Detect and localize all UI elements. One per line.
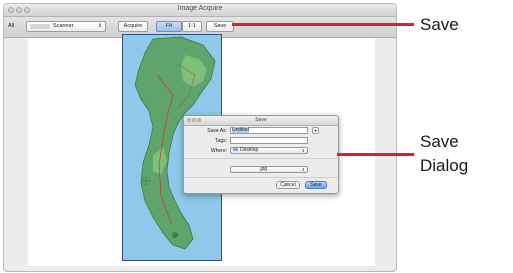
dialog-divider — [184, 158, 338, 159]
chevron-updown-icon: ⇕ — [301, 148, 305, 153]
chevron-updown-icon: ⇕ — [301, 167, 305, 172]
chevron-down-icon[interactable]: ▾ — [312, 127, 319, 134]
tags-label: Tags: — [215, 138, 227, 144]
save-dialog: Save Save As: Untitled ▾ Tags: Where: De… — [183, 115, 339, 194]
dialog-divider-bottom — [184, 177, 338, 178]
acquire-button[interactable]: Acquire — [118, 21, 148, 32]
where-value: Desktop — [240, 147, 259, 153]
folder-icon — [233, 148, 238, 152]
fit-button[interactable]: Fit — [156, 21, 182, 32]
save-dialog-callout-label-line2: Dialog — [420, 156, 469, 175]
format-value: .jpg — [259, 166, 268, 172]
where-popup[interactable]: Desktop ⇕ — [230, 147, 308, 154]
device-swatch — [30, 24, 50, 29]
save-dialog-callout-label-line1: Save — [420, 132, 459, 151]
format-popup[interactable]: .jpg ⇕ — [230, 166, 308, 173]
source-select[interactable]: Scanner ⇕ — [26, 21, 106, 32]
save-callout-label: Save — [420, 15, 459, 34]
save-callout-line — [232, 23, 414, 26]
where-label: Where: — [210, 148, 227, 154]
dialog-save-button[interactable]: Save — [305, 181, 327, 189]
save-dialog-title: Save — [255, 117, 267, 123]
source-prefix: All — [8, 23, 15, 29]
window-title: Image Acquire — [177, 5, 223, 12]
save-as-value: Untitled — [232, 127, 249, 133]
save-as-label: Save As: — [207, 128, 227, 134]
cancel-button[interactable]: Cancel — [276, 181, 300, 189]
chevron-updown-icon: ⇕ — [97, 23, 102, 29]
save-as-field[interactable]: Untitled — [230, 127, 308, 134]
zoom-1-1-button[interactable]: 1:1 — [182, 21, 202, 32]
tags-field[interactable] — [230, 137, 308, 144]
window-titlebar: Image Acquire — [4, 4, 396, 17]
save-dialog-callout-line — [337, 153, 414, 156]
save-button[interactable]: Save — [206, 21, 234, 32]
source-select-value: Scanner — [53, 23, 74, 29]
save-dialog-titlebar: Save — [184, 116, 338, 126]
